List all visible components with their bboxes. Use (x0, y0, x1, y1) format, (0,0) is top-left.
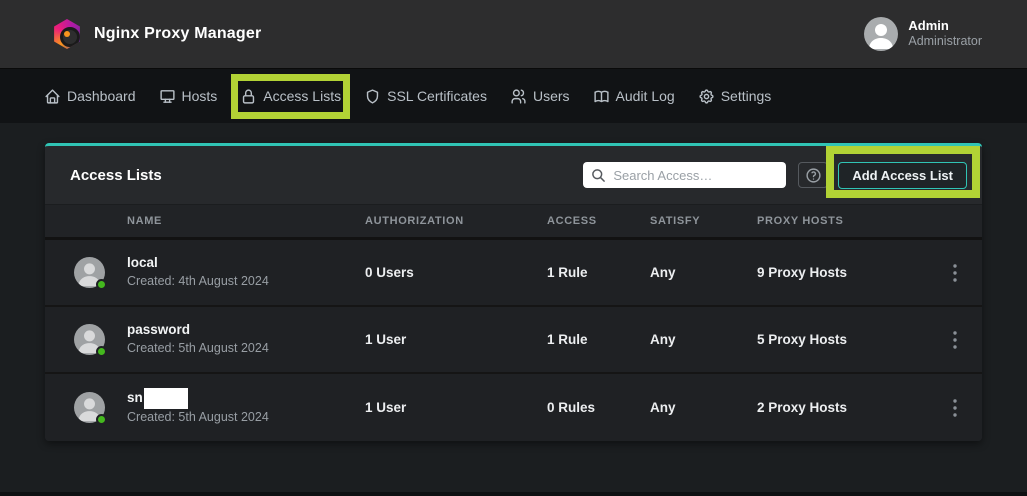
user-menu[interactable]: Admin Administrator (864, 17, 982, 51)
person-icon (864, 17, 898, 51)
app-header: Nginx Proxy Manager Admin Administrator (0, 0, 1027, 68)
search-input[interactable] (613, 168, 778, 183)
nav-label: Dashboard (67, 88, 136, 104)
proxy-hosts-value: 9 Proxy Hosts (757, 265, 927, 280)
app-title: Nginx Proxy Manager (94, 25, 261, 43)
authorization-value: 0 Users (365, 265, 547, 280)
window-bottom-edge (0, 492, 1027, 496)
nav-item-settings[interactable]: Settings (698, 88, 772, 105)
nav-label: Access Lists (263, 88, 341, 104)
add-access-list-button[interactable]: Add Access List (838, 162, 967, 189)
book-icon (593, 88, 610, 105)
nav-item-ssl-certificates[interactable]: SSL Certificates (364, 88, 487, 105)
main-nav: Dashboard Hosts Access Lists SSL Certifi… (0, 68, 1027, 123)
access-lists-panel: Access Lists Add Access List NAME AUTHOR… (45, 143, 982, 441)
status-online-dot (96, 279, 107, 290)
access-value: 0 Rules (547, 400, 650, 415)
row-actions-kebab-icon[interactable] (927, 331, 982, 349)
status-online-dot (96, 414, 107, 425)
column-header-authorization: AUTHORIZATION (365, 215, 547, 227)
nav-label: Users (533, 88, 570, 104)
help-button[interactable] (798, 162, 828, 188)
users-icon (510, 88, 527, 105)
satisfy-value: Any (650, 265, 757, 280)
table-row[interactable]: password Created: 5th August 2024 1 User… (45, 307, 982, 374)
monitor-icon (159, 88, 176, 105)
table-header-row: NAME AUTHORIZATION ACCESS SATISFY PROXY … (45, 205, 982, 240)
search-box (583, 162, 786, 188)
nav-label: Audit Log (616, 88, 675, 104)
proxy-hosts-value: 2 Proxy Hosts (757, 400, 927, 415)
access-list-avatar (74, 324, 105, 355)
column-header-access: ACCESS (547, 215, 650, 227)
column-header-satisfy: SATISFY (650, 215, 757, 227)
access-value: 1 Rule (547, 265, 650, 280)
user-role: Administrator (908, 34, 982, 50)
panel-header: Access Lists Add Access List (45, 146, 982, 205)
redaction-box (144, 388, 188, 409)
nav-item-dashboard[interactable]: Dashboard (44, 88, 136, 105)
access-list-avatar (74, 257, 105, 288)
access-list-name: sn (127, 388, 365, 409)
nav-item-access-lists[interactable]: Access Lists (240, 88, 341, 105)
shield-icon (364, 88, 381, 105)
home-icon (44, 88, 61, 105)
authorization-value: 1 User (365, 332, 547, 347)
satisfy-value: Any (650, 400, 757, 415)
gear-icon (698, 88, 715, 105)
column-header-proxy-hosts: PROXY HOSTS (757, 215, 927, 227)
access-list-created: Created: 4th August 2024 (127, 273, 365, 291)
nav-label: Hosts (182, 88, 218, 104)
satisfy-value: Any (650, 332, 757, 347)
table-row[interactable]: local Created: 4th August 2024 0 Users 1… (45, 240, 982, 307)
access-list-name: password (127, 321, 365, 340)
nav-label: Settings (721, 88, 772, 104)
nav-item-users[interactable]: Users (510, 88, 570, 105)
lock-icon (240, 88, 257, 105)
help-icon (805, 167, 822, 184)
authorization-value: 1 User (365, 400, 547, 415)
column-header-name: NAME (127, 215, 365, 227)
access-list-created: Created: 5th August 2024 (127, 340, 365, 358)
access-list-created: Created: 5th August 2024 (127, 409, 365, 427)
row-actions-kebab-icon[interactable] (927, 399, 982, 417)
nav-item-audit-log[interactable]: Audit Log (593, 88, 675, 105)
table-row[interactable]: sn Created: 5th August 2024 1 User 0 Rul… (45, 374, 982, 441)
status-online-dot (96, 346, 107, 357)
nginx-proxy-manager-logo-icon (52, 19, 82, 49)
search-icon (591, 168, 606, 183)
proxy-hosts-value: 5 Proxy Hosts (757, 332, 927, 347)
access-list-name: local (127, 254, 365, 273)
nav-label: SSL Certificates (387, 88, 487, 104)
access-value: 1 Rule (547, 332, 650, 347)
user-name: Admin (908, 18, 982, 34)
page-title: Access Lists (70, 167, 162, 184)
user-avatar (864, 17, 898, 51)
row-actions-kebab-icon[interactable] (927, 264, 982, 282)
access-list-avatar (74, 392, 105, 423)
nav-item-hosts[interactable]: Hosts (159, 88, 218, 105)
